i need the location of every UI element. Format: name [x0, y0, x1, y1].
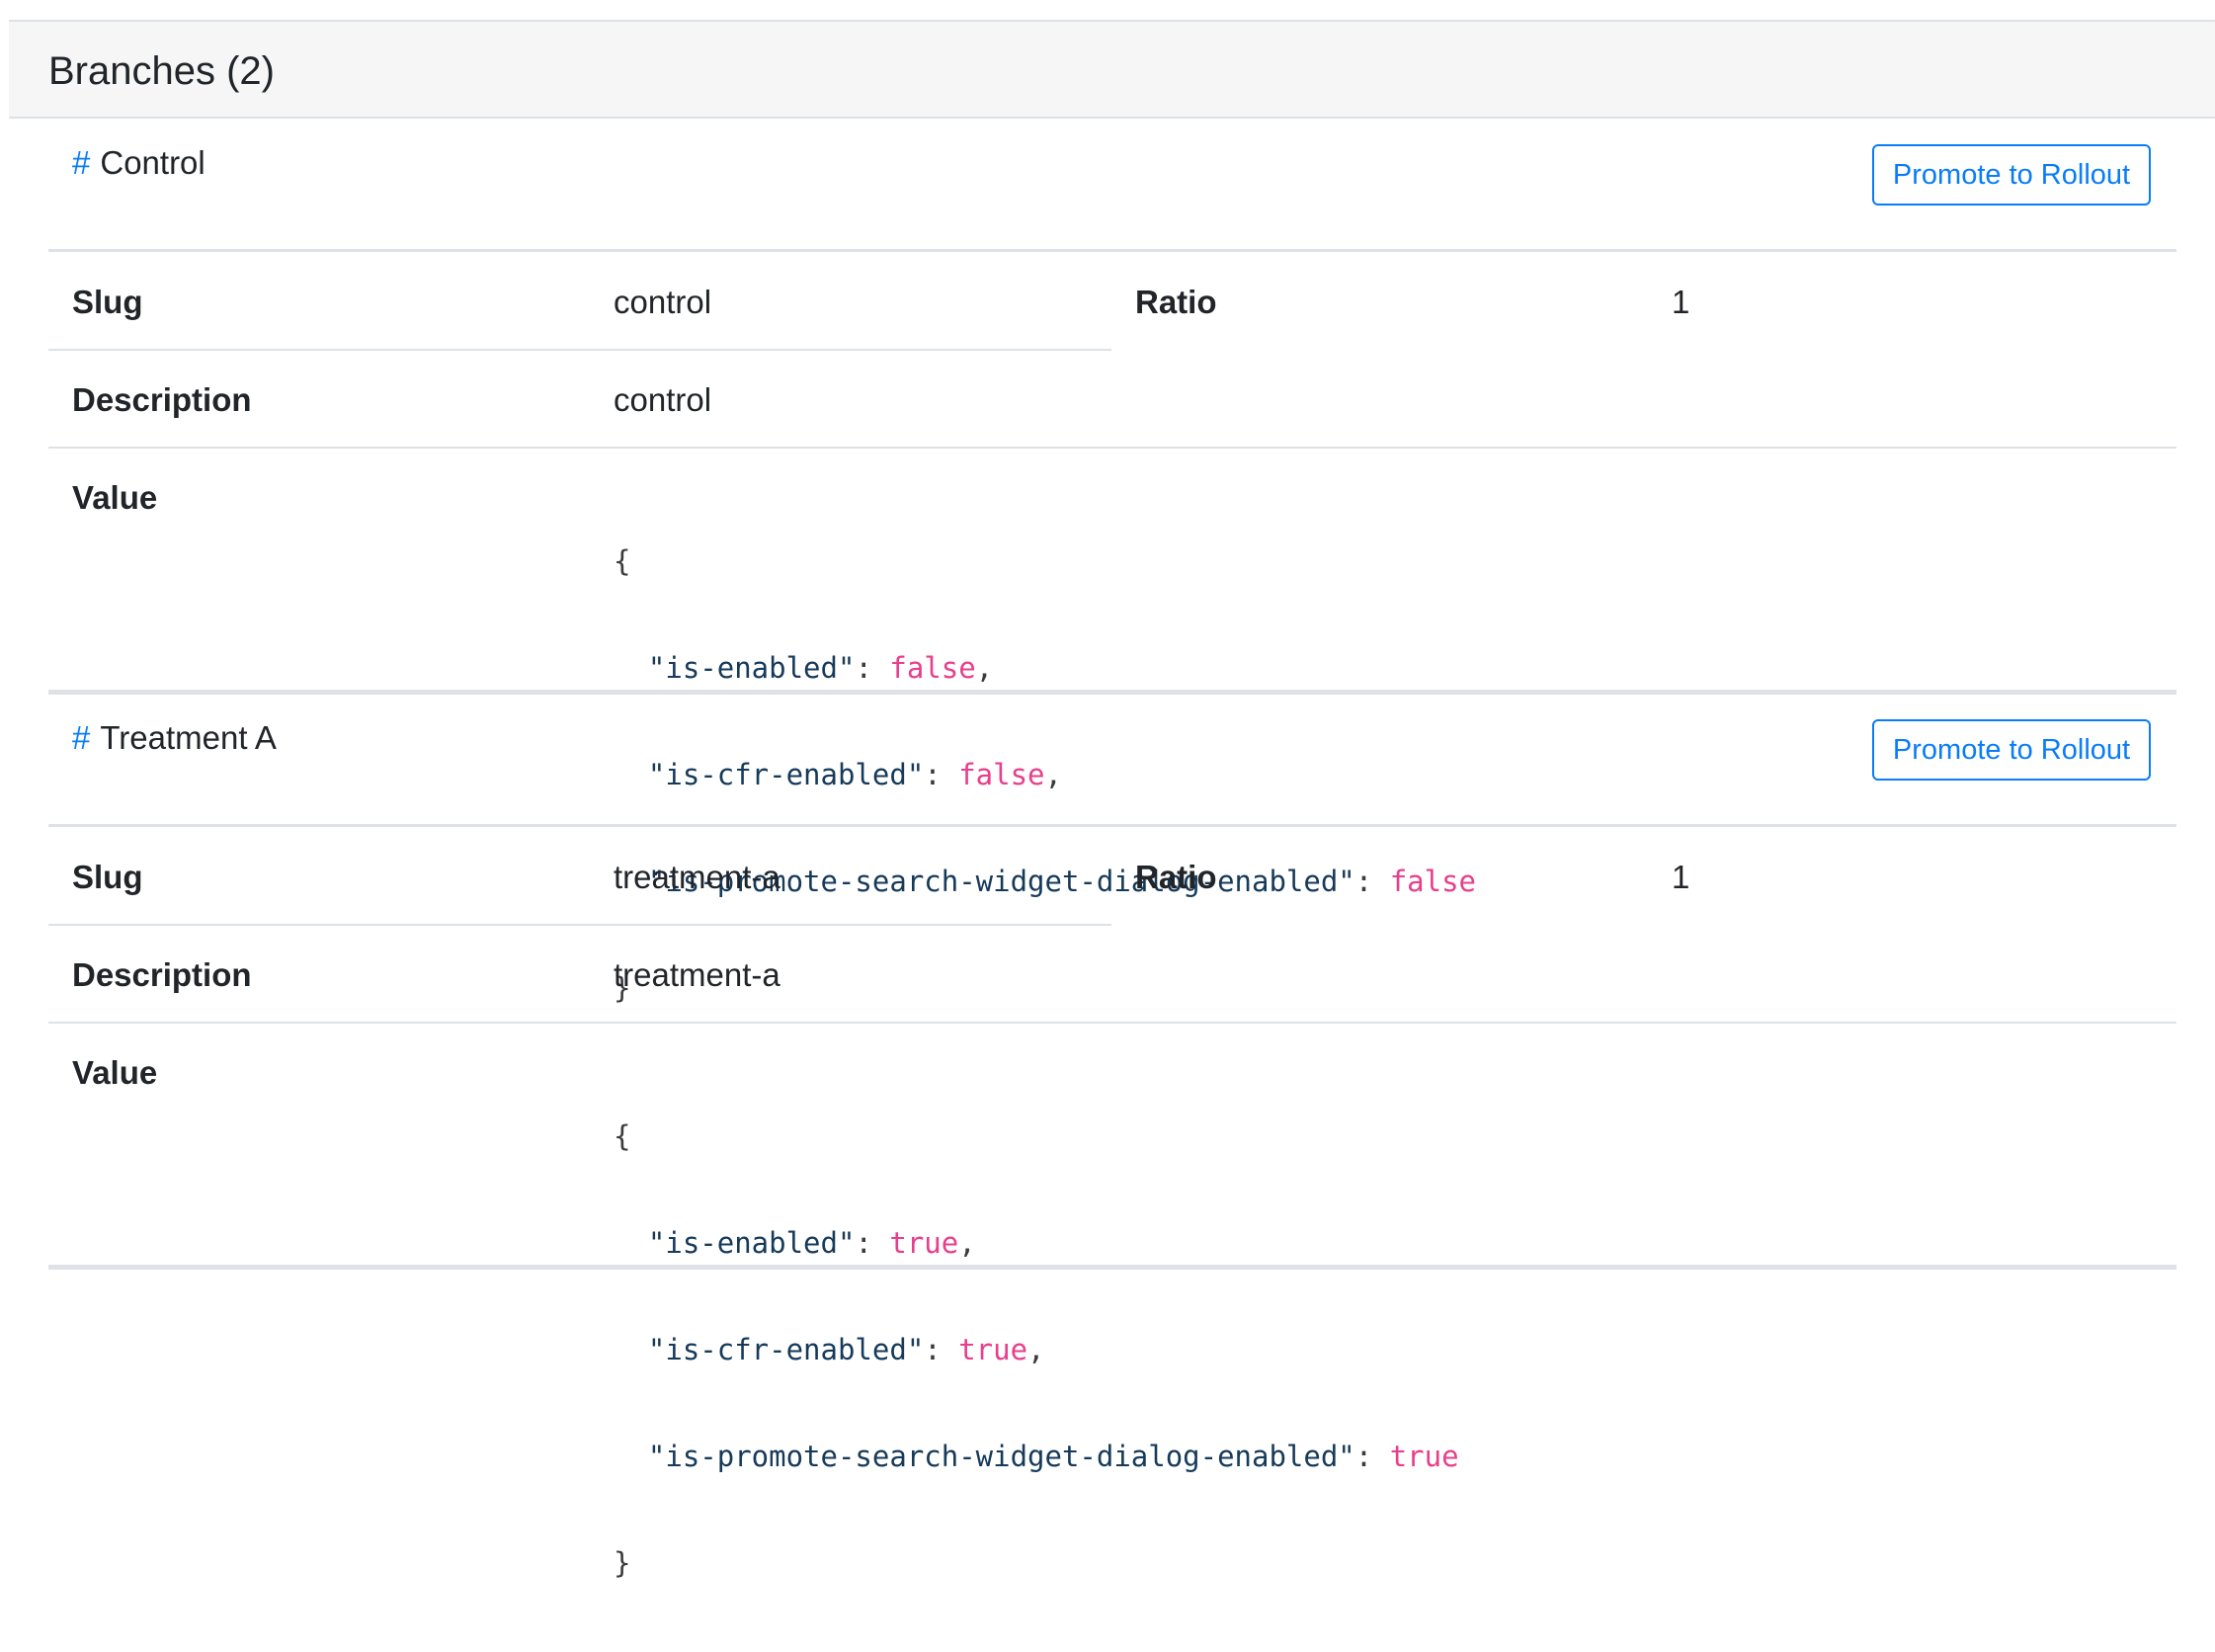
description-label: Description: [72, 956, 252, 993]
branch-divider: [48, 1265, 2176, 1270]
promote-to-rollout-button[interactable]: Promote to Rollout: [1872, 144, 2151, 206]
json-open-brace: {: [614, 544, 631, 578]
slug-label: Slug: [72, 859, 143, 895]
ratio-label: Ratio: [1135, 284, 1217, 320]
json-value-block: { "is-enabled": true, "is-cfr-enabled": …: [614, 1047, 1459, 1652]
value-label: Value: [72, 479, 158, 516]
card-header: Branches (2): [9, 22, 2215, 119]
divider: [48, 349, 1111, 351]
card-title: Branches (2): [48, 49, 275, 93]
branch-name: Treatment A: [100, 719, 277, 756]
promote-to-rollout-button[interactable]: Promote to Rollout: [1872, 719, 2151, 781]
slug-value: control: [614, 284, 712, 320]
description-value: control: [614, 381, 712, 418]
json-close-brace: }: [614, 1546, 631, 1580]
json-line: "is-promote-search-widget-dialog-enabled…: [647, 1440, 1459, 1473]
json-line: "is-enabled": true,: [647, 1226, 976, 1260]
branch-title: # Control: [72, 144, 205, 182]
divider: [48, 249, 2176, 252]
slug-value: treatment-a: [614, 859, 780, 895]
anchor-hash-link[interactable]: #: [72, 719, 90, 756]
json-line: "is-enabled": false,: [647, 651, 994, 685]
description-label: Description: [72, 381, 252, 418]
value-label: Value: [72, 1054, 158, 1091]
ratio-label: Ratio: [1135, 859, 1217, 895]
description-value: treatment-a: [614, 956, 780, 993]
divider: [48, 447, 2176, 449]
branch-treatment-a: # Treatment A Promote to Rollout Slug tre…: [48, 696, 2176, 1580]
anchor-hash-link[interactable]: #: [72, 144, 90, 181]
branches-card: Branches (2) # Control Promote to Rollout…: [9, 20, 2215, 1580]
branch-title: # Treatment A: [72, 719, 277, 757]
ratio-value: 1: [1672, 284, 1690, 320]
branch-control: # Control Promote to Rollout Slug control…: [48, 121, 2176, 1005]
branch-divider: [48, 690, 2176, 695]
divider: [48, 1022, 2176, 1024]
divider: [48, 924, 1111, 926]
ratio-value: 1: [1672, 859, 1690, 895]
branch-name: Control: [100, 144, 205, 181]
json-open-brace: {: [614, 1119, 631, 1153]
divider: [48, 824, 2176, 827]
slug-label: Slug: [72, 284, 143, 320]
json-line: "is-cfr-enabled": true,: [647, 1333, 1045, 1366]
